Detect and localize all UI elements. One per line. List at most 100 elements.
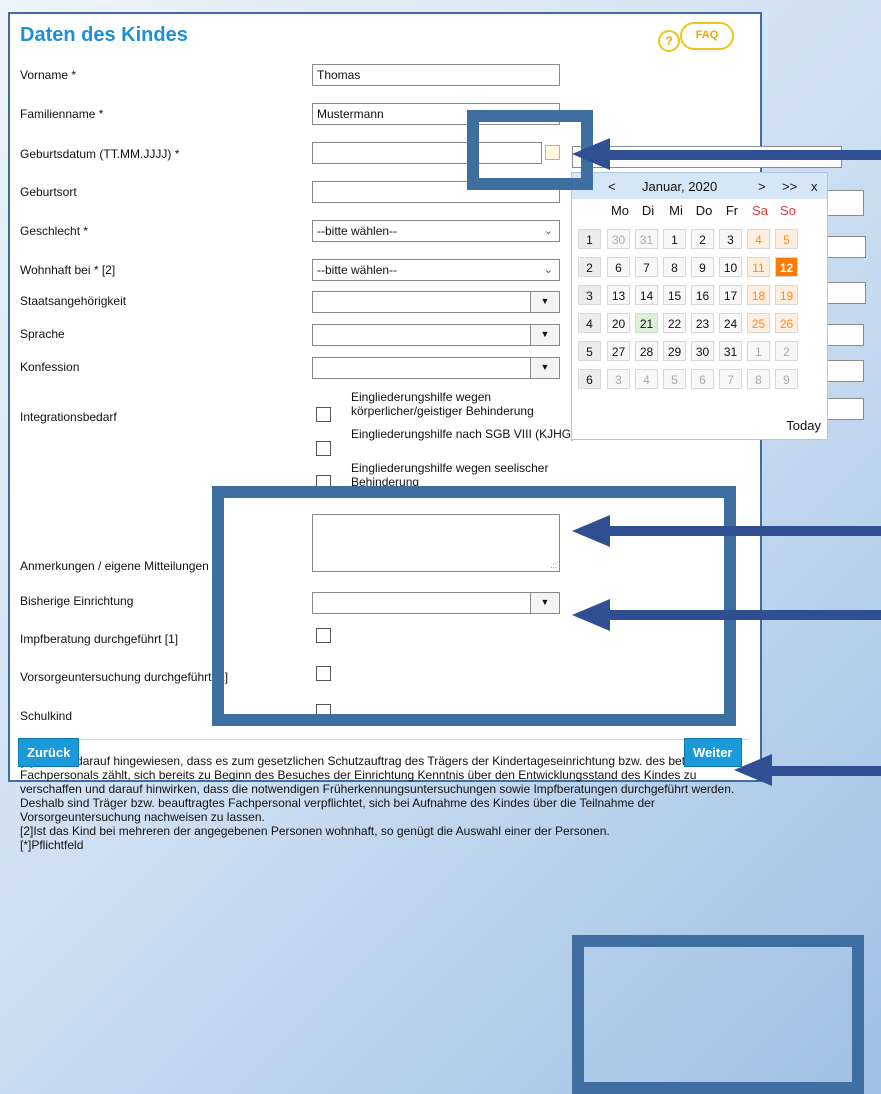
calendar-prev[interactable]: < bbox=[608, 179, 616, 194]
calendar-day[interactable]: 25 bbox=[747, 313, 770, 333]
wohnhaft-select[interactable]: --bitte wählen-- ⌄ bbox=[312, 259, 560, 281]
calendar-day[interactable]: 4 bbox=[747, 229, 770, 249]
calendar-day[interactable]: 4 bbox=[635, 369, 658, 389]
highlight-box-next bbox=[572, 935, 864, 1094]
geschlecht-select[interactable]: --bitte wählen-- ⌄ bbox=[312, 220, 560, 242]
calendar-day[interactable]: 8 bbox=[747, 369, 770, 389]
calendar-day[interactable]: 22 bbox=[663, 313, 686, 333]
footnote-1: [1]Es wird darauf hingewiesen, dass es z… bbox=[20, 754, 736, 824]
integration-checkbox-1[interactable] bbox=[316, 407, 331, 422]
calendar-day[interactable]: 24 bbox=[719, 313, 742, 333]
arrow-head-icon bbox=[734, 754, 772, 786]
calendar-dow: So bbox=[780, 203, 796, 218]
footnote-2: [2]Ist das Kind bei mehreren der angegeb… bbox=[20, 824, 610, 838]
calendar-day[interactable]: 23 bbox=[691, 313, 714, 333]
footnotes: [1]Es wird darauf hingewiesen, dass es z… bbox=[20, 754, 760, 852]
arrow-bisherige bbox=[608, 610, 881, 620]
impf-label: Impfberatung durchgeführt [1] bbox=[20, 632, 179, 646]
schulkind-label: Schulkind bbox=[20, 709, 73, 723]
chevron-down-icon: ⌄ bbox=[543, 264, 553, 276]
calendar-day[interactable]: 8 bbox=[663, 257, 686, 277]
calendar-day[interactable]: 29 bbox=[663, 341, 686, 361]
integration-option-1: Eingliederungshilfe wegen körperlicher/g… bbox=[351, 390, 534, 418]
calendar-day[interactable]: 12 bbox=[775, 257, 798, 277]
calendar-day[interactable]: 28 bbox=[635, 341, 658, 361]
calendar-day[interactable]: 7 bbox=[635, 257, 658, 277]
calendar-day[interactable]: 30 bbox=[691, 341, 714, 361]
staatsangehoerigkeit-combo[interactable]: ▼ bbox=[312, 291, 560, 313]
anmerkungen-label: Anmerkungen / eigene Mitteilungen bbox=[20, 559, 209, 573]
calendar-popup: << < Januar, 2020 > >> x Mo Di Mi Do Fr Sa So 1… bbox=[571, 172, 828, 440]
calendar-day[interactable]: 10 bbox=[719, 257, 742, 277]
calendar-close[interactable]: x bbox=[811, 179, 818, 194]
chevron-down-icon: ⌄ bbox=[543, 225, 553, 237]
help-icon: ? bbox=[658, 30, 680, 52]
calendar-day[interactable]: 6 bbox=[691, 369, 714, 389]
calendar-day[interactable]: 20 bbox=[607, 313, 630, 333]
calendar-day[interactable]: 15 bbox=[663, 285, 686, 305]
faq-bubble: FAQ bbox=[680, 22, 734, 50]
wohnhaft-value: --bitte wählen-- bbox=[317, 263, 398, 277]
konfession-label: Konfession bbox=[20, 360, 80, 374]
geburtsdatum-label: Geburtsdatum (TT.MM.JJJJ) * bbox=[20, 147, 180, 161]
calendar-day[interactable]: 31 bbox=[719, 341, 742, 361]
sprache-combo[interactable]: ▼ bbox=[312, 324, 560, 346]
calendar-day[interactable]: 1 bbox=[747, 341, 770, 361]
vorname-input[interactable]: Thomas bbox=[312, 64, 560, 86]
calendar-week-number: 1 bbox=[578, 229, 601, 249]
calendar-week-number: 5 bbox=[578, 341, 601, 361]
integration-checkbox-2[interactable] bbox=[316, 441, 331, 456]
calendar-today-button[interactable]: Today bbox=[786, 418, 821, 433]
highlight-box-fields bbox=[212, 486, 736, 726]
dropdown-arrow-icon[interactable]: ▼ bbox=[530, 357, 560, 379]
calendar-dow: Fr bbox=[725, 203, 739, 218]
arrow-next bbox=[770, 766, 881, 776]
footnote-required: [*]Pflichtfeld bbox=[20, 838, 84, 852]
calendar-week-number: 4 bbox=[578, 313, 601, 333]
calendar-day[interactable]: 9 bbox=[775, 369, 798, 389]
geschlecht-label: Geschlecht * bbox=[20, 224, 89, 238]
calendar-day[interactable]: 3 bbox=[607, 369, 630, 389]
konfession-combo[interactable]: ▼ bbox=[312, 357, 560, 379]
calendar-day[interactable]: 31 bbox=[635, 229, 658, 249]
next-button[interactable]: Weiter bbox=[684, 738, 742, 767]
dropdown-arrow-icon[interactable]: ▼ bbox=[530, 291, 560, 313]
calendar-dow: Do bbox=[695, 203, 713, 218]
calendar-day[interactable]: 27 bbox=[607, 341, 630, 361]
calendar-day[interactable]: 13 bbox=[607, 285, 630, 305]
arrow-head-icon bbox=[572, 515, 610, 547]
calendar-day[interactable]: 30 bbox=[607, 229, 630, 249]
calendar-day[interactable]: 16 bbox=[691, 285, 714, 305]
calendar-day[interactable]: 9 bbox=[691, 257, 714, 277]
arrow-textarea bbox=[608, 526, 881, 536]
calendar-next[interactable]: > bbox=[758, 179, 766, 194]
calendar-day[interactable]: 2 bbox=[691, 229, 714, 249]
calendar-day[interactable]: 21 bbox=[635, 313, 658, 333]
calendar-day[interactable]: 17 bbox=[719, 285, 742, 305]
geschlecht-value: --bitte wählen-- bbox=[317, 224, 398, 238]
calendar-day[interactable]: 5 bbox=[775, 229, 798, 249]
arrow-head-icon bbox=[572, 599, 610, 631]
divider bbox=[20, 739, 750, 740]
back-button[interactable]: Zurück bbox=[18, 738, 80, 767]
calendar-day[interactable]: 2 bbox=[775, 341, 798, 361]
calendar-day[interactable]: 18 bbox=[747, 285, 770, 305]
geburtsort-label: Geburtsort bbox=[20, 185, 77, 199]
dropdown-arrow-icon[interactable]: ▼ bbox=[530, 324, 560, 346]
vorsorge-label: Vorsorgeuntersuchung durchgeführt [1] bbox=[20, 670, 229, 684]
calendar-week-number: 3 bbox=[578, 285, 601, 305]
calendar-next-year[interactable]: >> bbox=[782, 179, 797, 194]
calendar-day[interactable]: 26 bbox=[775, 313, 798, 333]
calendar-day[interactable]: 19 bbox=[775, 285, 798, 305]
calendar-day[interactable]: 5 bbox=[663, 369, 686, 389]
arrow-date bbox=[606, 150, 881, 160]
calendar-day[interactable]: 1 bbox=[663, 229, 686, 249]
calendar-day[interactable]: 11 bbox=[747, 257, 770, 277]
calendar-dow: Mi bbox=[669, 203, 683, 218]
calendar-day[interactable]: 6 bbox=[607, 257, 630, 277]
calendar-day[interactable]: 3 bbox=[719, 229, 742, 249]
calendar-day[interactable]: 14 bbox=[635, 285, 658, 305]
calendar-day[interactable]: 7 bbox=[719, 369, 742, 389]
sprache-label: Sprache bbox=[20, 327, 65, 341]
calendar-week-number: 2 bbox=[578, 257, 601, 277]
